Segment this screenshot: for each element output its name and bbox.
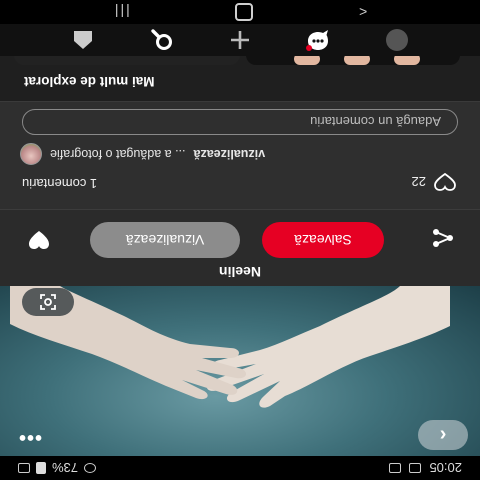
comments-section: 22 1 comentariu vizualizează ... a adăug… [0,101,480,210]
chat-icon [306,30,329,51]
lens-button[interactable] [22,288,74,316]
image-status-icon [18,463,30,473]
nav-messages[interactable] [300,27,336,53]
nav-search[interactable] [144,27,180,53]
comment-author: vizualizează [193,147,266,161]
battery-icon [36,462,46,474]
more-icon[interactable]: ••• [18,425,42,448]
hands-photo [10,286,450,408]
save-button[interactable]: Salvează [262,222,384,258]
bottom-nav [0,24,480,56]
share-icon[interactable] [432,223,454,248]
status-bar: 20:05 73% [0,456,480,480]
system-home-icon[interactable] [235,3,254,21]
pin-image[interactable]: ‹ ••• [0,286,480,456]
comment-input[interactable]: Adaugă un comentariu [22,109,458,135]
reactions[interactable]: 22 [412,173,456,191]
chevron-left-icon: ‹ [439,424,447,447]
battery-percent: 73% [52,460,79,476]
home-icon [74,31,93,49]
wifi-icon [84,463,97,473]
visit-button[interactable]: Vizualizează [90,222,240,258]
plus-icon [231,31,250,49]
profile-icon [385,29,408,51]
comment-preview[interactable]: vizualizează ... a adăugat o fotografie [0,143,480,165]
heart-icon[interactable] [28,225,50,250]
status-time: 20:05 [429,460,462,476]
nav-profile[interactable] [379,27,415,53]
avatar [20,143,42,165]
pin-author[interactable]: Neelin [0,264,480,280]
system-nav: < ||| [0,0,480,24]
pin-actions: Neelin Salvează Vizualizează [0,210,480,286]
reaction-count: 22 [411,174,426,190]
notification-status-icon [389,463,402,473]
explore-section: Mai mult de explorat [0,49,480,102]
system-recents-icon[interactable]: ||| [113,4,130,20]
lens-icon [40,294,56,310]
search-icon [150,29,172,50]
nav-home[interactable] [65,27,101,53]
system-back-icon[interactable]: < [359,4,367,20]
settings-status-icon [409,463,422,473]
comment-count: 1 comentariu [22,176,98,191]
pin-detail-screen: 20:05 73% ‹ ••• Neelin Salvează Vizualiz… [0,0,480,480]
explore-title: Mai mult de explorat [24,74,155,89]
nav-add[interactable] [222,27,258,53]
heart-icon [434,173,456,191]
back-button[interactable]: ‹ [418,420,468,450]
comment-text: ... a adăugat o fotografie [50,147,186,161]
